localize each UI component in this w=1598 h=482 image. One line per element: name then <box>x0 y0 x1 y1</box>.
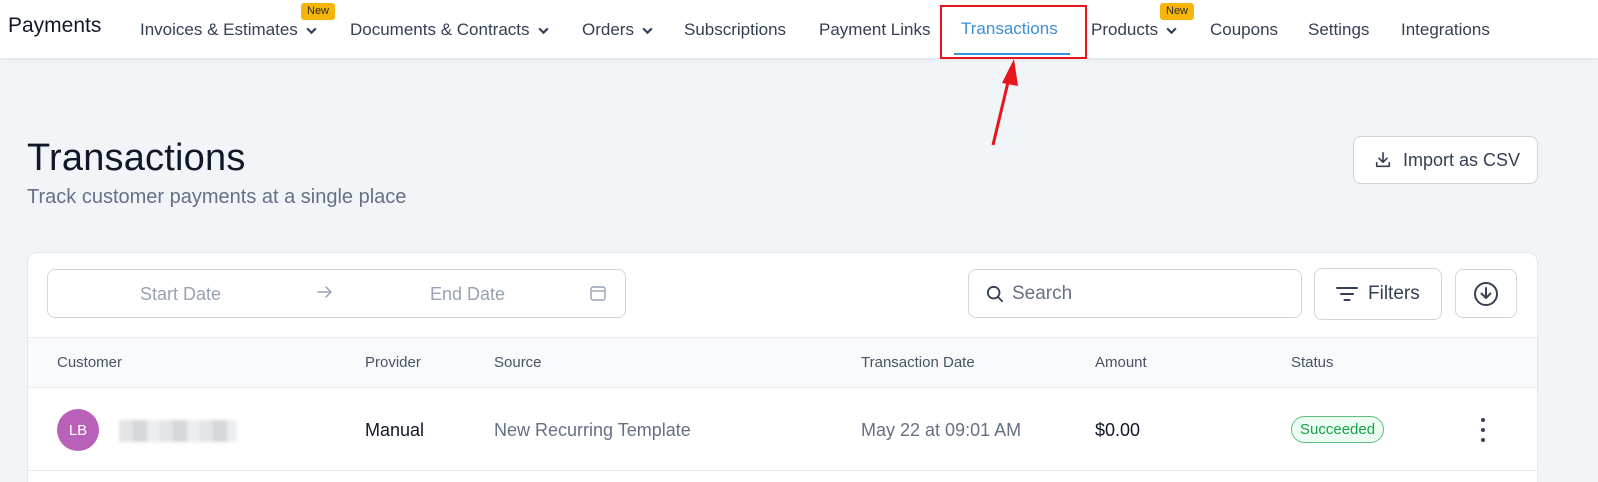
amount-cell: $0.00 <box>1095 420 1141 440</box>
new-badge: New <box>1160 3 1195 20</box>
column-header-status[interactable]: Status <box>1291 354 1334 371</box>
nav-label: Orders <box>582 20 634 39</box>
provider-cell: Manual <box>365 420 425 440</box>
filters-button[interactable]: Filters <box>1314 268 1442 320</box>
nav-orders[interactable]: Orders <box>582 19 654 41</box>
download-button[interactable] <box>1455 269 1517 318</box>
chevron-down-icon <box>306 27 317 34</box>
nav-coupons[interactable]: Coupons <box>1210 19 1278 41</box>
chevron-down-icon <box>1166 27 1177 34</box>
column-header-provider[interactable]: Provider <box>365 354 421 371</box>
nav-label: Subscriptions <box>684 20 787 39</box>
nav-label: Invoices & Estimates <box>140 20 298 39</box>
calendar-icon <box>590 286 606 301</box>
chevron-down-icon <box>642 27 653 34</box>
column-header-amount[interactable]: Amount <box>1095 354 1147 371</box>
date-range-picker[interactable]: Start Date End Date <box>47 269 626 318</box>
nav-documents-contracts[interactable]: Documents & Contracts <box>350 19 550 41</box>
new-badge: New <box>301 3 336 20</box>
more-actions-icon[interactable] <box>1473 418 1493 442</box>
source-cell: New Recurring Template <box>494 420 691 440</box>
nav-invoices-estimates[interactable]: Invoices & Estimates <box>140 19 318 41</box>
nav-products[interactable]: Products <box>1091 19 1178 41</box>
nav-settings[interactable]: Settings <box>1308 19 1369 41</box>
customer-name-redacted <box>119 420 237 442</box>
start-date-placeholder[interactable]: Start Date <box>140 284 221 305</box>
search-box[interactable] <box>968 269 1302 318</box>
nav-subscriptions[interactable]: Subscriptions <box>684 19 786 41</box>
end-date-placeholder[interactable]: End Date <box>430 284 505 305</box>
nav-label: Settings <box>1308 20 1370 39</box>
import-csv-label: Import as CSV <box>1403 149 1521 170</box>
page-title: Transactions <box>27 137 246 179</box>
nav-label: Products <box>1091 20 1159 39</box>
page-subtitle: Track customer payments at a single plac… <box>27 186 407 208</box>
download-icon <box>1375 151 1391 168</box>
nav-label: Payment Links <box>819 20 931 39</box>
import-csv-button[interactable]: Import as CSV <box>1353 136 1538 184</box>
app-title: Payments <box>8 14 102 37</box>
top-navigation: Payments Invoices & Estimates New Docume… <box>0 0 1598 59</box>
nav-payment-links[interactable]: Payment Links <box>819 19 931 41</box>
filter-icon <box>1336 287 1358 301</box>
status-badge: Succeeded <box>1291 416 1385 443</box>
transaction-date-cell: May 22 at 09:01 AM <box>861 420 1022 440</box>
column-header-customer[interactable]: Customer <box>57 354 122 371</box>
download-circle-icon <box>1474 281 1498 306</box>
search-input[interactable] <box>1012 282 1292 305</box>
arrow-right-icon <box>317 286 332 298</box>
column-header-transaction-date[interactable]: Transaction Date <box>861 354 975 371</box>
nav-label: Coupons <box>1210 20 1279 39</box>
table-header: Customer Provider Source Transaction Dat… <box>28 337 1537 388</box>
nav-integrations[interactable]: Integrations <box>1401 19 1490 41</box>
table-row[interactable]: LB Manual New Recurring Template May 22 … <box>28 389 1537 471</box>
highlight-box <box>940 5 1087 59</box>
search-icon <box>986 285 1004 302</box>
avatar: LB <box>57 409 99 451</box>
nav-label: Documents & Contracts <box>350 20 530 39</box>
nav-label: Integrations <box>1401 20 1490 39</box>
chevron-down-icon <box>537 27 549 34</box>
column-header-source[interactable]: Source <box>494 354 542 371</box>
filters-label: Filters <box>1368 283 1420 304</box>
